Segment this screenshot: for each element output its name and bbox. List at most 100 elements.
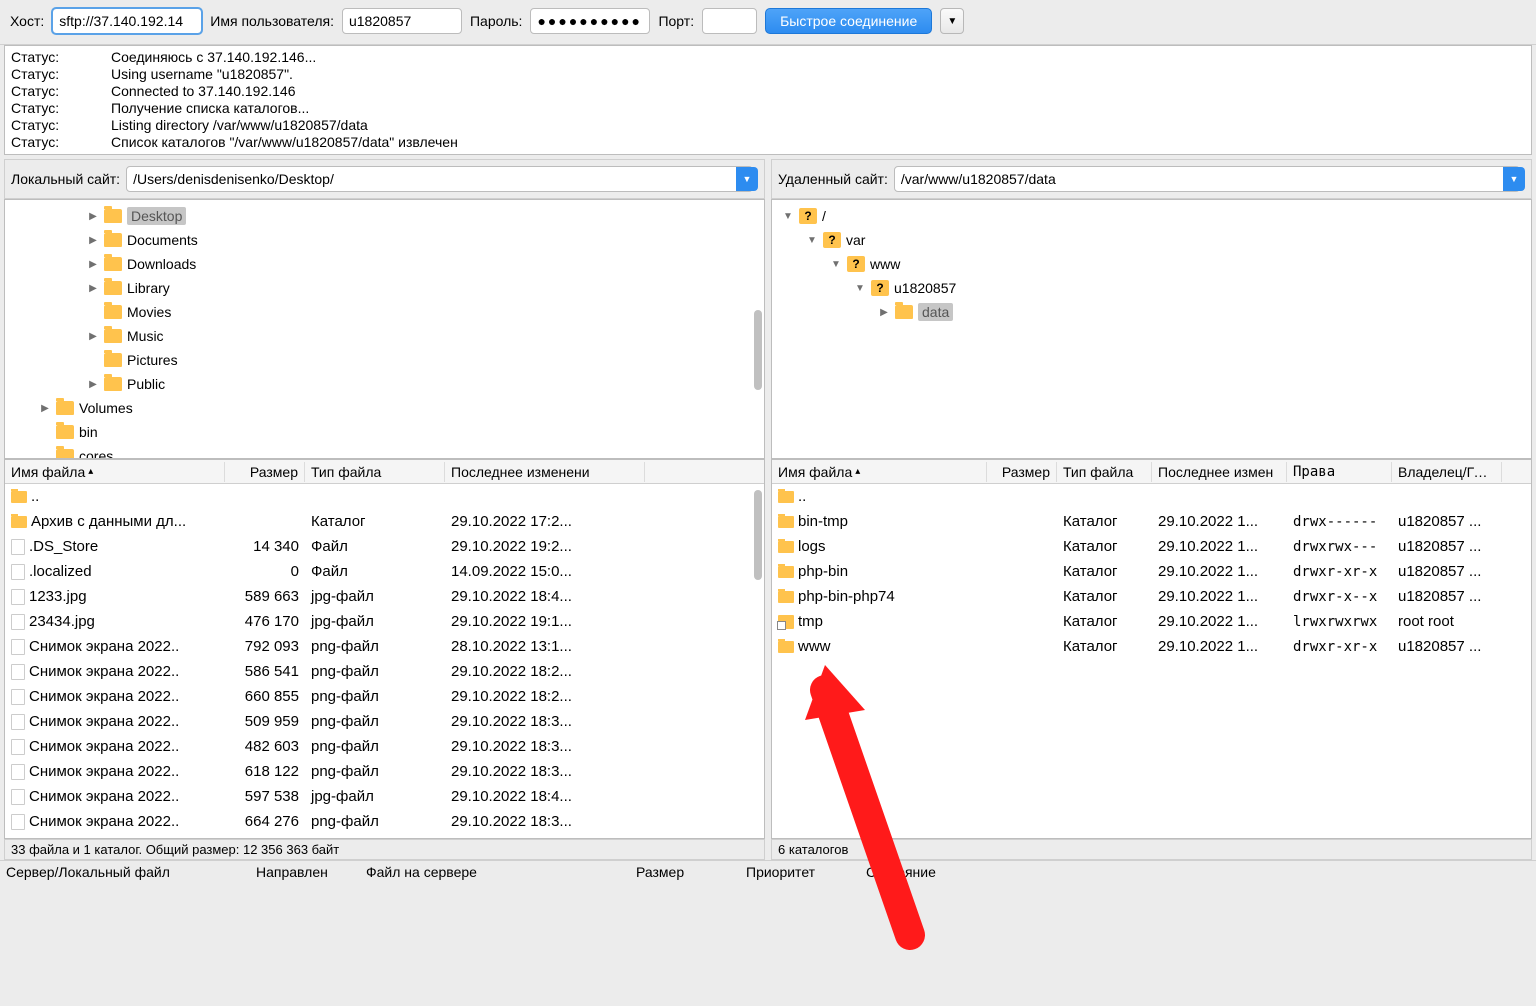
- queue-col-server[interactable]: Сервер/Локальный файл: [6, 864, 226, 880]
- file-row[interactable]: Архив с данными дл...Каталог29.10.2022 1…: [5, 509, 764, 534]
- scrollbar-thumb[interactable]: [754, 310, 762, 390]
- expand-arrow-icon[interactable]: ▶: [87, 379, 99, 390]
- quickconnect-dropdown[interactable]: ▼: [940, 8, 964, 34]
- remote-tree[interactable]: ▼?/▼?var▼?www▼?u1820857▶data: [771, 199, 1532, 459]
- quickconnect-button[interactable]: Быстрое соединение: [765, 8, 932, 34]
- file-owner: root root: [1392, 611, 1502, 632]
- file-size: [225, 495, 305, 499]
- tree-item[interactable]: ▶Downloads: [5, 252, 764, 276]
- file-row[interactable]: 23434.jpg476 170jpg-файл29.10.2022 19:1.…: [5, 609, 764, 634]
- file-row[interactable]: .DS_Store14 340Файл29.10.2022 19:2...: [5, 534, 764, 559]
- remote-path-dropdown[interactable]: ▼: [1503, 167, 1525, 191]
- tree-item[interactable]: ▶data: [772, 300, 1531, 324]
- expand-arrow-icon[interactable]: ▶: [878, 307, 890, 318]
- password-input[interactable]: [530, 8, 650, 34]
- tree-item[interactable]: ▶Library: [5, 276, 764, 300]
- queue-col-size[interactable]: Размер: [636, 864, 716, 880]
- queue-col-direction[interactable]: Направлен: [256, 864, 336, 880]
- file-owner: u1820857 ...: [1392, 536, 1502, 557]
- file-row[interactable]: Снимок экрана 2022..509 959png-файл29.10…: [5, 709, 764, 734]
- tree-item[interactable]: ▶Volumes: [5, 396, 764, 420]
- scrollbar-thumb[interactable]: [754, 490, 762, 580]
- local-path-dropdown[interactable]: ▼: [736, 167, 758, 191]
- file-row[interactable]: ..: [5, 484, 764, 509]
- queue-col-priority[interactable]: Приоритет: [746, 864, 836, 880]
- file-row[interactable]: php-binКаталог29.10.2022 1...drwxr-xr-xu…: [772, 559, 1531, 584]
- file-row[interactable]: logsКаталог29.10.2022 1...drwxrwx---u182…: [772, 534, 1531, 559]
- expand-arrow-icon[interactable]: ▶: [87, 235, 99, 246]
- col-modified[interactable]: Последнее измен: [1152, 462, 1287, 482]
- tree-item[interactable]: bin: [5, 420, 764, 444]
- remote-path-input[interactable]: [894, 166, 1520, 192]
- file-size: [225, 520, 305, 524]
- file-row[interactable]: wwwКаталог29.10.2022 1...drwxr-xr-xu1820…: [772, 634, 1531, 659]
- folder-icon: [104, 377, 122, 391]
- remote-header[interactable]: Имя файла▴ Размер Тип файла Последнее из…: [772, 460, 1531, 484]
- tree-item[interactable]: ▼?u1820857: [772, 276, 1531, 300]
- tree-item[interactable]: ▶Desktop: [5, 204, 764, 228]
- expand-arrow-icon[interactable]: ▶: [87, 283, 99, 294]
- col-type[interactable]: Тип файла: [1057, 462, 1152, 482]
- remote-pane: Удаленный сайт: ▼ ▼?/▼?var▼?www▼?u182085…: [771, 159, 1532, 860]
- queue-col-status[interactable]: Состояние: [866, 864, 966, 880]
- local-tree[interactable]: ▶Desktop▶Documents▶Downloads▶LibraryMovi…: [4, 199, 765, 459]
- expand-arrow-icon[interactable]: ▶: [87, 211, 99, 222]
- file-row[interactable]: php-bin-php74Каталог29.10.2022 1...drwxr…: [772, 584, 1531, 609]
- host-input[interactable]: [52, 8, 202, 34]
- port-input[interactable]: [702, 8, 757, 34]
- file-row[interactable]: Снимок экрана 2022..664 276png-файл29.10…: [5, 809, 764, 834]
- tree-item[interactable]: ▼?www: [772, 252, 1531, 276]
- col-permissions[interactable]: Права: [1287, 462, 1392, 482]
- folder-icon: [104, 329, 122, 343]
- tree-item[interactable]: Movies: [5, 300, 764, 324]
- tree-item[interactable]: ▶Documents: [5, 228, 764, 252]
- username-input[interactable]: [342, 8, 462, 34]
- file-row[interactable]: .localized0Файл14.09.2022 15:0...: [5, 559, 764, 584]
- expand-arrow-icon[interactable]: ▼: [806, 235, 818, 246]
- file-name: Снимок экрана 2022..: [29, 663, 179, 680]
- col-name[interactable]: Имя файла▴: [772, 462, 987, 482]
- file-type: png-файл: [305, 761, 445, 782]
- col-owner[interactable]: Владелец/Груп: [1392, 462, 1502, 482]
- file-type: Каталог: [1057, 536, 1152, 557]
- col-size[interactable]: Размер: [225, 462, 305, 482]
- expand-arrow-icon[interactable]: ▶: [87, 259, 99, 270]
- local-status: 33 файла и 1 каталог. Общий размер: 12 3…: [4, 839, 765, 860]
- expand-arrow-icon[interactable]: ▼: [830, 259, 842, 270]
- expand-arrow-icon[interactable]: ▼: [782, 211, 794, 222]
- tree-item[interactable]: Pictures: [5, 348, 764, 372]
- file-name: php-bin-php74: [798, 588, 895, 605]
- file-row[interactable]: Снимок экрана 2022..197 549png-файл29.10…: [5, 834, 764, 838]
- file-row[interactable]: Снимок экрана 2022..586 541png-файл29.10…: [5, 659, 764, 684]
- file-name: Снимок экрана 2022..: [29, 713, 179, 730]
- file-row[interactable]: Снимок экрана 2022..618 122png-файл29.10…: [5, 759, 764, 784]
- col-type[interactable]: Тип файла: [305, 462, 445, 482]
- expand-arrow-icon[interactable]: ▶: [39, 403, 51, 414]
- file-row[interactable]: 1233.jpg589 663jpg-файл29.10.2022 18:4..…: [5, 584, 764, 609]
- tree-item[interactable]: ▶Public: [5, 372, 764, 396]
- col-name[interactable]: Имя файла▴: [5, 462, 225, 482]
- tree-item[interactable]: cores: [5, 444, 764, 459]
- tree-item[interactable]: ▶Music: [5, 324, 764, 348]
- col-size[interactable]: Размер: [987, 462, 1057, 482]
- file-row[interactable]: Снимок экрана 2022..482 603png-файл29.10…: [5, 734, 764, 759]
- log-message: Получение списка каталогов...: [111, 100, 309, 117]
- log-label: Статус:: [11, 49, 71, 66]
- file-row[interactable]: Снимок экрана 2022..660 855png-файл29.10…: [5, 684, 764, 709]
- file-row[interactable]: tmpКаталог29.10.2022 1...lrwxrwxrwxroot …: [772, 609, 1531, 634]
- remote-file-list[interactable]: Имя файла▴ Размер Тип файла Последнее из…: [771, 459, 1532, 839]
- local-file-list[interactable]: Имя файла▴ Размер Тип файла Последнее из…: [4, 459, 765, 839]
- file-row[interactable]: Снимок экрана 2022..597 538jpg-файл29.10…: [5, 784, 764, 809]
- file-row[interactable]: bin-tmpКаталог29.10.2022 1...drwx------u…: [772, 509, 1531, 534]
- file-row[interactable]: Снимок экрана 2022..792 093png-файл28.10…: [5, 634, 764, 659]
- file-type: Файл: [305, 536, 445, 557]
- file-row[interactable]: ..: [772, 484, 1531, 509]
- local-path-input[interactable]: [126, 166, 753, 192]
- tree-item[interactable]: ▼?/: [772, 204, 1531, 228]
- expand-arrow-icon[interactable]: ▶: [87, 331, 99, 342]
- expand-arrow-icon[interactable]: ▼: [854, 283, 866, 294]
- local-header[interactable]: Имя файла▴ Размер Тип файла Последнее из…: [5, 460, 764, 484]
- col-modified[interactable]: Последнее изменени: [445, 462, 645, 482]
- queue-col-remote[interactable]: Файл на сервере: [366, 864, 606, 880]
- tree-item[interactable]: ▼?var: [772, 228, 1531, 252]
